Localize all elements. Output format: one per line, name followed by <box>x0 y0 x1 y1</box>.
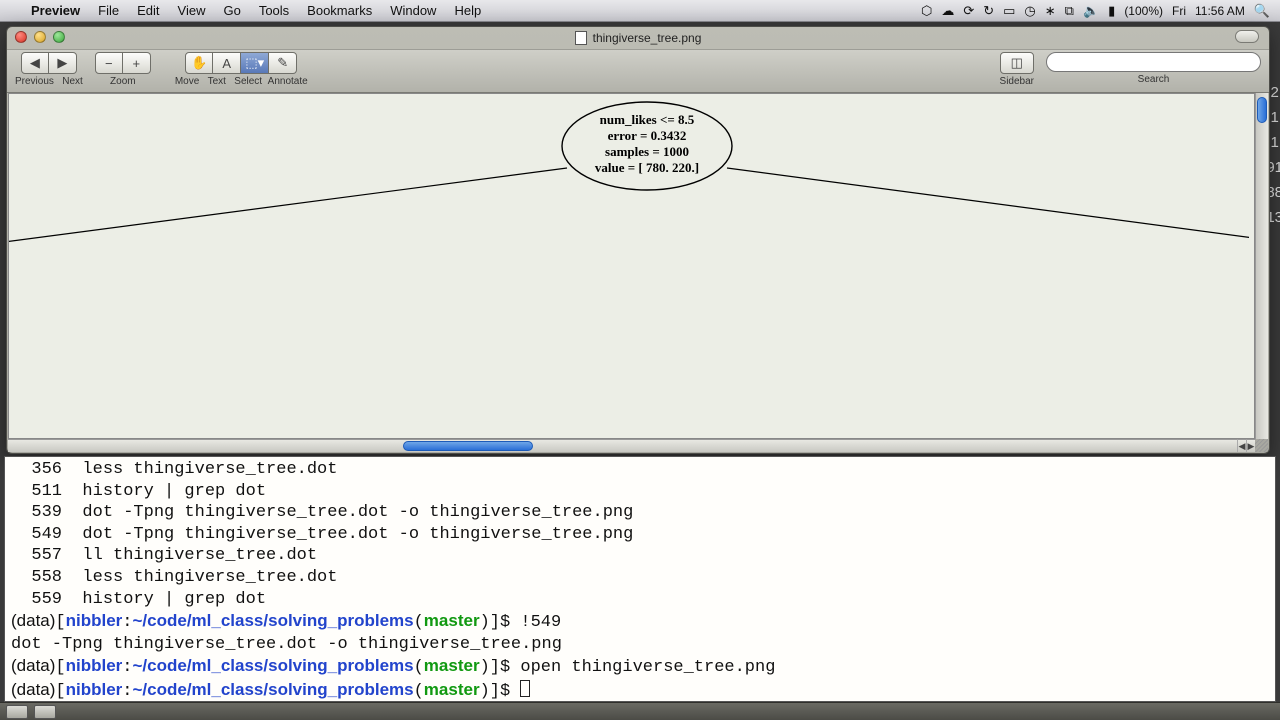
menu-file[interactable]: File <box>89 3 128 18</box>
dropbox-icon[interactable]: ⬡ <box>921 3 932 19</box>
previous-label: Previous <box>15 76 54 87</box>
close-button[interactable] <box>15 31 27 43</box>
spotlight-icon[interactable]: 🔍 <box>1254 3 1270 19</box>
horizontal-scrollbar[interactable] <box>8 439 1237 452</box>
search-input[interactable] <box>1046 52 1261 72</box>
battery-icon[interactable]: ▮ <box>1108 3 1115 19</box>
menu-appname[interactable]: Preview <box>22 3 89 18</box>
display-icon[interactable]: ▭ <box>1003 3 1015 19</box>
menu-bookmarks[interactable]: Bookmarks <box>298 3 381 18</box>
wifi-icon[interactable]: ⧉ <box>1065 3 1074 19</box>
zoom-out-button[interactable]: − <box>95 52 123 74</box>
menu-go[interactable]: Go <box>214 3 249 18</box>
bluetooth-icon[interactable]: ∗ <box>1045 3 1056 19</box>
search-label: Search <box>1138 74 1170 85</box>
menubar: Preview File Edit View Go Tools Bookmark… <box>0 0 1280 22</box>
annotate-label: Annotate <box>268 76 308 87</box>
decision-tree-svg: num_likes <= 8.5 error = 0.3432 samples … <box>9 94 1249 439</box>
window-title: thingiverse_tree.png <box>593 31 702 45</box>
node-line2: error = 0.3432 <box>608 128 687 143</box>
text-label: Text <box>208 76 226 87</box>
node-line4: value = [ 780. 220.] <box>595 160 699 175</box>
zoom-in-button[interactable]: + <box>123 52 151 74</box>
move-tool[interactable]: ✋ <box>185 52 213 74</box>
move-label: Move <box>175 76 199 87</box>
node-line3: samples = 1000 <box>605 144 689 159</box>
select-label: Select <box>234 76 262 87</box>
menu-help[interactable]: Help <box>445 3 490 18</box>
annotate-tool[interactable]: ✎ <box>269 52 297 74</box>
cloud-icon[interactable]: ☁ <box>941 3 954 19</box>
menu-edit[interactable]: Edit <box>128 3 168 18</box>
app-menus: Preview File Edit View Go Tools Bookmark… <box>22 3 490 18</box>
clock-day[interactable]: Fri <box>1172 4 1186 18</box>
volume-icon[interactable]: 🔈 <box>1083 3 1099 19</box>
document-icon <box>575 31 587 45</box>
minimize-button[interactable] <box>34 31 46 43</box>
terminal-window[interactable]: 356 less thingiverse_tree.dot 511 histor… <box>4 456 1276 702</box>
titlebar[interactable]: thingiverse_tree.png <box>7 27 1269 49</box>
resize-corner[interactable] <box>1255 439 1268 452</box>
vertical-scroll-thumb[interactable] <box>1257 97 1267 123</box>
timemachine-icon[interactable]: ◷ <box>1024 3 1035 19</box>
dock-item[interactable] <box>34 705 56 719</box>
refresh-icon[interactable]: ↻ <box>983 3 994 19</box>
sync-icon[interactable]: ⟳ <box>963 3 974 19</box>
clock-time[interactable]: 11:56 AM <box>1195 4 1245 18</box>
next-button[interactable]: ▶ <box>49 52 77 74</box>
window-list-bar <box>0 702 1280 720</box>
text-tool[interactable]: A <box>213 52 241 74</box>
sidebar-label: Sidebar <box>1000 76 1034 87</box>
scroll-left-arrow[interactable]: ◀ <box>1237 439 1246 452</box>
toolbar-toggle-button[interactable] <box>1235 30 1259 43</box>
battery-percent: (100%) <box>1124 4 1163 18</box>
node-line1: num_likes <= 8.5 <box>600 112 695 127</box>
preview-window: thingiverse_tree.png ◀ ▶ Previous Next −… <box>6 26 1270 454</box>
zoom-button[interactable] <box>53 31 65 43</box>
select-tool[interactable]: ⬚▾ <box>241 52 269 74</box>
next-label: Next <box>62 76 83 87</box>
menubar-extras: ⬡ ☁ ⟳ ↻ ▭ ◷ ∗ ⧉ 🔈 ▮ (100%) Fri 11:56 AM … <box>921 3 1280 19</box>
vertical-scrollbar[interactable] <box>1255 93 1268 439</box>
toolbar: ◀ ▶ Previous Next − + Zoom ✋ A ⬚▾ ✎ Move… <box>7 49 1269 93</box>
menu-window[interactable]: Window <box>381 3 445 18</box>
previous-button[interactable]: ◀ <box>21 52 49 74</box>
dock-item[interactable] <box>6 705 28 719</box>
image-canvas[interactable]: num_likes <= 8.5 error = 0.3432 samples … <box>8 93 1255 439</box>
scroll-right-arrow[interactable]: ▶ <box>1246 439 1255 452</box>
menu-tools[interactable]: Tools <box>250 3 298 18</box>
sidebar-button[interactable]: ◫ <box>1000 52 1034 74</box>
horizontal-scroll-thumb[interactable] <box>403 441 533 451</box>
zoom-label: Zoom <box>110 76 136 87</box>
menu-view[interactable]: View <box>169 3 215 18</box>
